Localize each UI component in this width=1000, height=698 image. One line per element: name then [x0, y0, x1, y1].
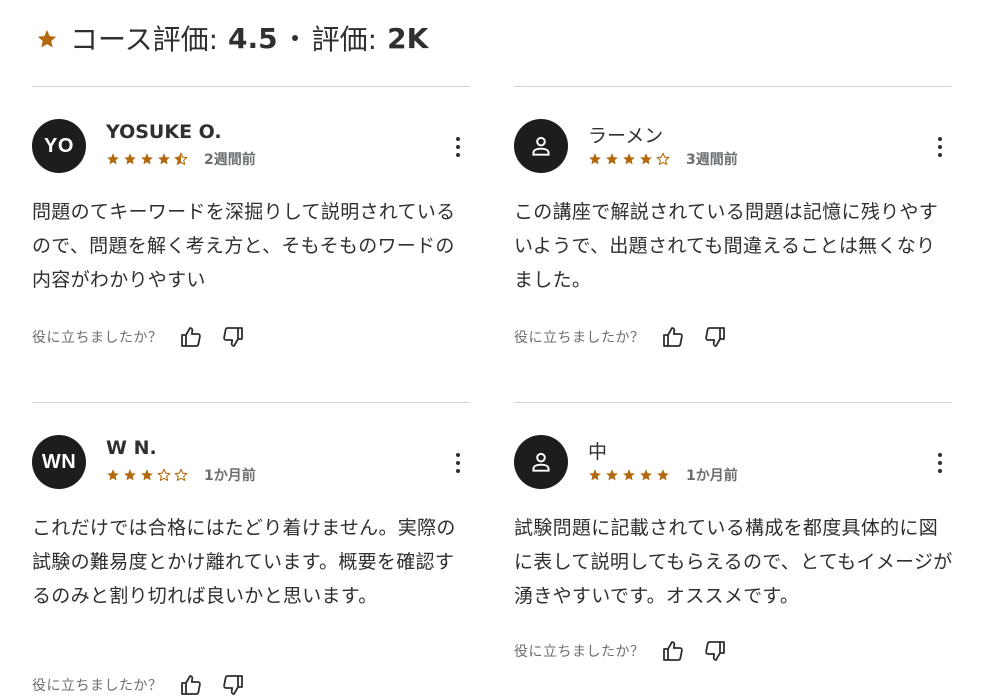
rating-count-value: 2K	[387, 21, 429, 55]
helpful-row: 役に立ちましたか？	[32, 673, 245, 697]
star-full-icon	[640, 469, 652, 481]
star-full-icon	[141, 469, 153, 481]
review-time: 1か月前	[204, 468, 256, 484]
star-full-icon	[107, 153, 119, 165]
more-options-button[interactable]	[928, 135, 952, 159]
star-full-icon	[141, 153, 153, 165]
star-empty-icon	[157, 468, 171, 481]
helpful-row: 役に立ちましたか？	[514, 639, 727, 663]
review-text: これだけでは合格にはたどり着けません。実際の試験の難易度とかけ離れています。概要…	[32, 517, 456, 607]
star-full-icon	[158, 153, 170, 165]
review-text: 試験問題に記載されている構成を都度具体的に図に表して説明してもらえるので、とても…	[514, 517, 953, 607]
more-options-button[interactable]	[928, 451, 952, 475]
star-rating	[106, 152, 188, 166]
review-card: ラーメン 3週間前 この講座で解説されている問題は記憶に残りやすいようで、出題さ…	[514, 86, 952, 386]
star-icon	[37, 29, 57, 48]
rating-count-label: 評価:	[311, 23, 378, 56]
star-full-icon	[124, 469, 136, 481]
star-full-icon	[589, 469, 601, 481]
star-empty-icon	[174, 468, 188, 481]
helpful-label: 役に立ちましたか？	[32, 330, 163, 346]
star-full-icon	[107, 469, 119, 481]
course-rating-header: コース評価: 4.5 評価: 2K	[36, 18, 428, 58]
review-card: 中 1か月前 試験問題に記載されている構成を都度具体的に図に表して説明してもらえ…	[514, 402, 952, 698]
thumbs-up-icon[interactable]	[661, 639, 685, 663]
separator-dot	[291, 35, 298, 41]
reviewer-name: W N.	[106, 437, 157, 459]
review-text: この講座で解説されている問題は記憶に残りやすいようで、出題されても間違えることは…	[514, 201, 939, 291]
user-icon	[532, 452, 550, 472]
thumbs-down-icon[interactable]	[703, 325, 727, 349]
avatar: WN	[32, 435, 86, 489]
star-full-icon	[640, 153, 652, 165]
star-full-icon	[124, 153, 136, 165]
helpful-row: 役に立ちましたか？	[514, 325, 727, 349]
star-full-icon	[623, 153, 635, 165]
thumbs-down-icon[interactable]	[221, 673, 245, 697]
star-empty-icon	[656, 152, 670, 165]
course-rating-value: 4.5	[228, 21, 278, 55]
thumbs-up-icon[interactable]	[661, 325, 685, 349]
avatar	[514, 119, 568, 173]
star-rating	[588, 468, 670, 482]
review-text: 問題のてキーワードを深掘りして説明されているので、問題を解く考え方と、そもそもの…	[32, 201, 456, 291]
star-rating	[588, 152, 670, 166]
review-card: WN W N. 1か月前 これだけでは合格にはたどり着けません。実際の試験の難易…	[32, 402, 470, 698]
reviewer-name: 中	[588, 441, 608, 463]
star-full-icon	[606, 469, 618, 481]
review-time: 3週間前	[686, 152, 738, 168]
star-full-icon	[606, 153, 618, 165]
user-icon	[532, 136, 550, 156]
thumbs-up-icon[interactable]	[179, 673, 203, 697]
avatar	[514, 435, 568, 489]
thumbs-up-icon[interactable]	[179, 325, 203, 349]
star-full-icon	[589, 153, 601, 165]
thumbs-down-icon[interactable]	[221, 325, 245, 349]
course-rating-label: コース評価:	[70, 23, 219, 56]
avatar: YO	[32, 119, 86, 173]
review-time: 1か月前	[686, 468, 738, 484]
star-full-icon	[657, 469, 669, 481]
thumbs-down-icon[interactable]	[703, 639, 727, 663]
star-full-icon	[623, 469, 635, 481]
star-half-icon	[174, 152, 188, 165]
star-rating	[106, 468, 188, 482]
review-time: 2週間前	[204, 152, 256, 168]
helpful-label: 役に立ちましたか？	[514, 644, 645, 660]
reviewer-name: ラーメン	[588, 125, 664, 147]
helpful-row: 役に立ちましたか？	[32, 325, 245, 349]
reviewer-name: YOSUKE O.	[106, 121, 222, 143]
helpful-label: 役に立ちましたか？	[32, 678, 163, 694]
helpful-label: 役に立ちましたか？	[514, 330, 645, 346]
more-options-button[interactable]	[446, 451, 470, 475]
review-card: YO YOSUKE O. 2週間前 問題のてキーワードを深掘りして説明されている…	[32, 86, 470, 386]
more-options-button[interactable]	[446, 135, 470, 159]
